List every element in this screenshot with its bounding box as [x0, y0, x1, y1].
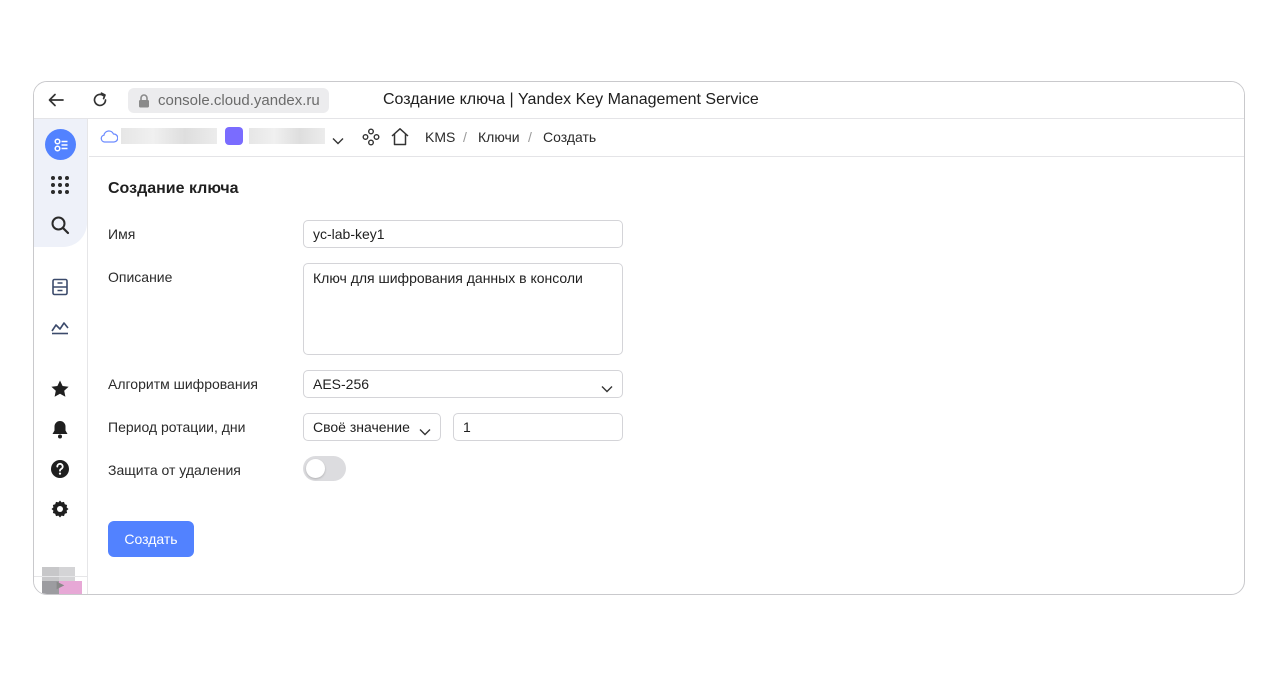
apps-grid-icon[interactable] [48, 173, 72, 197]
algorithm-select-value: AES-256 [313, 376, 370, 392]
gear-icon[interactable] [48, 497, 72, 521]
star-icon[interactable] [48, 377, 72, 401]
chevron-down-icon[interactable] [332, 132, 344, 150]
rotation-mode-value: Своё значение [313, 419, 410, 435]
description-label: Описание [108, 269, 173, 285]
folder-name-redacted[interactable] [249, 128, 325, 144]
cloud-icon [100, 130, 119, 148]
toggle-knob [306, 459, 325, 478]
chevron-down-icon [419, 423, 431, 439]
browser-toolbar: console.cloud.yandex.ru Создание ключа |… [34, 82, 1244, 119]
description-textarea[interactable]: Ключ для шифрования данных в консоли [303, 263, 623, 355]
cloud-name-redacted[interactable] [121, 128, 217, 144]
deletion-protection-toggle[interactable] [303, 456, 346, 481]
rotation-days-input[interactable]: 1 [453, 413, 623, 441]
name-input-value: yc-lab-key1 [313, 226, 385, 242]
algorithm-label: Алгоритм шифрования [108, 376, 258, 392]
archive-icon[interactable] [48, 275, 72, 299]
rotation-days-value: 1 [463, 419, 471, 435]
left-rail: ▶ [34, 119, 88, 594]
breadcrumb-separator: / [463, 129, 467, 145]
create-button[interactable]: Создать [108, 521, 194, 557]
url-text: console.cloud.yandex.ru [158, 92, 320, 109]
breadcrumb-kms[interactable]: KMS [425, 129, 455, 145]
bell-icon[interactable] [48, 417, 72, 441]
folder-badge-icon [225, 127, 243, 145]
services-icon[interactable] [45, 129, 76, 160]
page-tab-title: Создание ключа | Yandex Key Management S… [383, 91, 759, 108]
name-input[interactable]: yc-lab-key1 [303, 220, 623, 248]
breadcrumb-separator: / [528, 129, 532, 145]
description-textarea-value: Ключ для шифрования данных в консоли [313, 270, 583, 286]
deletion-protection-label: Защита от удаления [108, 462, 241, 478]
home-icon[interactable] [390, 127, 410, 151]
address-bar[interactable]: console.cloud.yandex.ru [128, 88, 329, 113]
breadcrumb-keys[interactable]: Ключи [478, 129, 520, 145]
main-content: Создание ключа Имя yc-lab-key1 Описание … [89, 158, 1244, 594]
help-icon[interactable] [48, 457, 72, 481]
page-title: Создание ключа [108, 180, 239, 197]
dashboard-chart-icon[interactable] [48, 315, 72, 339]
rotation-label: Период ротации, дни [108, 419, 246, 435]
chevron-down-icon [601, 380, 613, 396]
breadcrumb-create: Создать [543, 129, 597, 145]
expand-rail-icon[interactable]: ▶ [34, 576, 87, 594]
browser-window: console.cloud.yandex.ru Создание ключа |… [33, 81, 1245, 595]
rotation-mode-select[interactable]: Своё значение [303, 413, 441, 441]
reload-icon[interactable] [90, 90, 110, 110]
top-header: KMS / Ключи / Создать [89, 119, 1244, 157]
name-label: Имя [108, 226, 136, 242]
lock-icon [138, 94, 150, 112]
services-graph-icon[interactable] [362, 128, 380, 151]
search-icon[interactable] [48, 213, 72, 237]
back-arrow-icon[interactable] [46, 90, 66, 110]
algorithm-select[interactable]: AES-256 [303, 370, 623, 398]
